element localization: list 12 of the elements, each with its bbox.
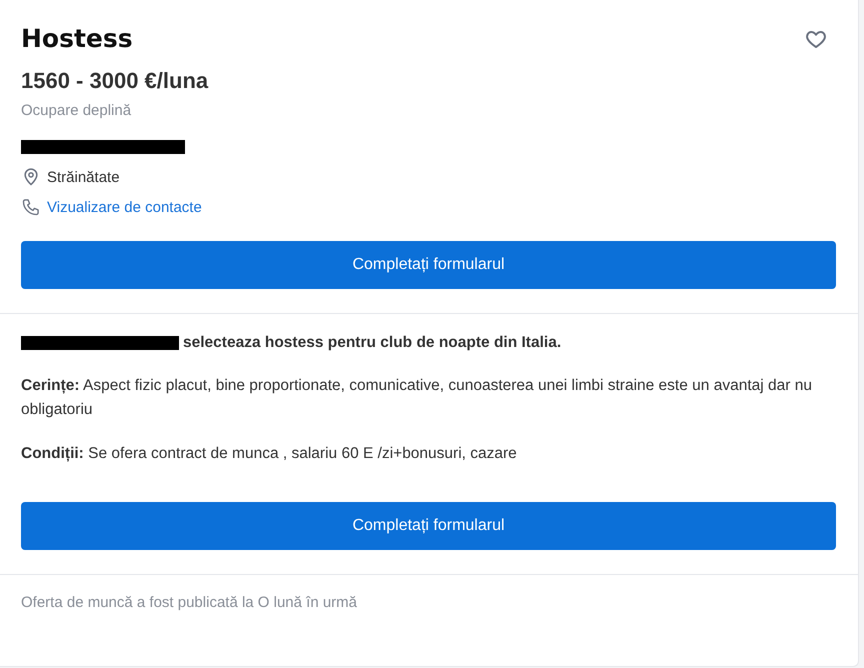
view-contacts-link[interactable]: Vizualizare de contacte [47,198,202,216]
job-title: Hostess [21,23,133,55]
employment-type: Ocupare deplină [21,102,132,119]
intro-text: selecteaza hostess pentru club de noapte din Italia. [183,334,562,352]
description-paragraph: Condiții: Se ofera contract de munca , salariu 60 E /zi+bonusuri, cazare [21,444,518,464]
salary: 1560 - 3000 €/luna [21,68,210,94]
fill-form-button[interactable]: Completați formularul [21,502,836,550]
phone-icon [21,197,41,217]
description-paragraph: Cerințe: Aspect fizic placut, bine proportionate, comunicative, cunoasterea unei limbi straine este un avantaj dar nu obligatoriu [21,376,813,420]
location: Străinătate [47,168,120,186]
fill-form-button[interactable]: Completați formularul [21,241,836,289]
published-note: Oferta de muncă a fost publicată la O lună în urmă [21,594,358,611]
